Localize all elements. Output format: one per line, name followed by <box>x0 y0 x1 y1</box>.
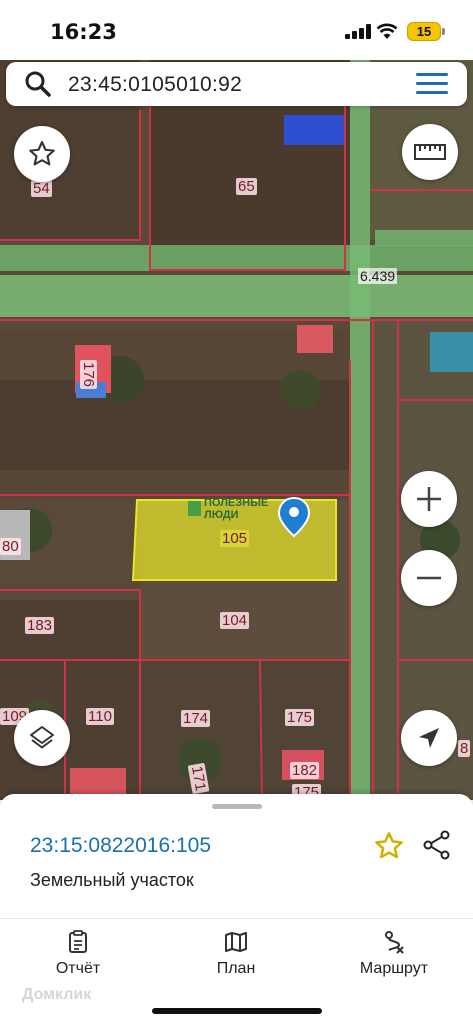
battery-cap <box>442 28 445 35</box>
share-icon[interactable] <box>422 830 452 860</box>
search-bar[interactable]: 23:45:0105010:92 <box>6 62 467 106</box>
satellite-imagery <box>0 60 473 800</box>
star-outline-icon <box>29 141 55 166</box>
parcel-label-54: 54 <box>31 180 52 197</box>
parcel-label-182: 182 <box>290 762 320 779</box>
ruler-icon <box>414 144 446 160</box>
sheet-divider <box>0 918 473 919</box>
tab-report-label: Отчёт <box>55 960 101 977</box>
sheet-drag-handle[interactable] <box>212 804 262 809</box>
map-view[interactable]: 54 65 176 80 105 183 104 109 110 174 175… <box>0 60 473 800</box>
cadastral-number-link[interactable]: 23:15:0822016:105 <box>30 834 211 858</box>
minus-icon <box>417 576 441 580</box>
parcel-label-8: 8 <box>458 740 471 757</box>
object-type-label: Земельный участок <box>30 870 194 890</box>
status-bar: 16:23 15 <box>0 0 473 60</box>
tab-plan-label: План <box>216 960 256 977</box>
parcel-label-104: 104 <box>220 612 250 629</box>
search-input[interactable]: 23:45:0105010:92 <box>68 73 242 97</box>
battery-icon: 15 <box>407 22 441 41</box>
layers-icon <box>30 726 54 749</box>
tab-route-label: Маршрут <box>359 960 429 977</box>
home-indicator[interactable] <box>152 1008 322 1014</box>
navigation-arrow-icon <box>419 728 439 748</box>
favorite-map-button[interactable] <box>14 126 70 182</box>
parcel-label-65: 65 <box>236 178 257 195</box>
parcel-label-110: 110 <box>86 708 114 725</box>
tab-plan[interactable]: План <box>176 930 296 978</box>
favorite-star-icon[interactable] <box>373 830 405 862</box>
wifi-icon <box>376 23 398 39</box>
ruler-button[interactable] <box>402 124 458 180</box>
route-icon <box>385 931 404 954</box>
tab-route[interactable]: Маршрут <box>334 930 454 978</box>
zoom-in-button[interactable] <box>401 471 457 527</box>
tab-report[interactable]: Отчёт <box>18 930 138 978</box>
parcel-label-80: 80 <box>0 538 21 555</box>
my-location-button[interactable] <box>401 710 457 766</box>
battery-level: 15 <box>416 24 432 39</box>
report-icon <box>69 930 87 953</box>
status-time: 16:23 <box>50 20 117 44</box>
distance-label: 6.439 <box>358 268 398 284</box>
parcel-label-175: 175 <box>285 709 315 726</box>
map-plan-icon <box>225 932 247 952</box>
plus-icon <box>417 487 441 511</box>
layers-button[interactable] <box>14 710 70 766</box>
parcel-label-105[interactable]: 105 <box>220 530 250 547</box>
hamburger-menu-icon[interactable] <box>416 73 448 95</box>
cellular-signal-icon <box>345 24 371 39</box>
parcel-label-183: 183 <box>25 617 55 634</box>
domclick-watermark: Домклик <box>22 986 92 1003</box>
search-icon[interactable] <box>24 70 52 98</box>
parcel-label-176: 176 <box>80 359 98 390</box>
watermark-logo: ПОЛЕЗНЫЕ ЛЮДИ <box>204 497 269 521</box>
parcel-label-174: 174 <box>181 710 211 727</box>
zoom-out-button[interactable] <box>401 550 457 606</box>
